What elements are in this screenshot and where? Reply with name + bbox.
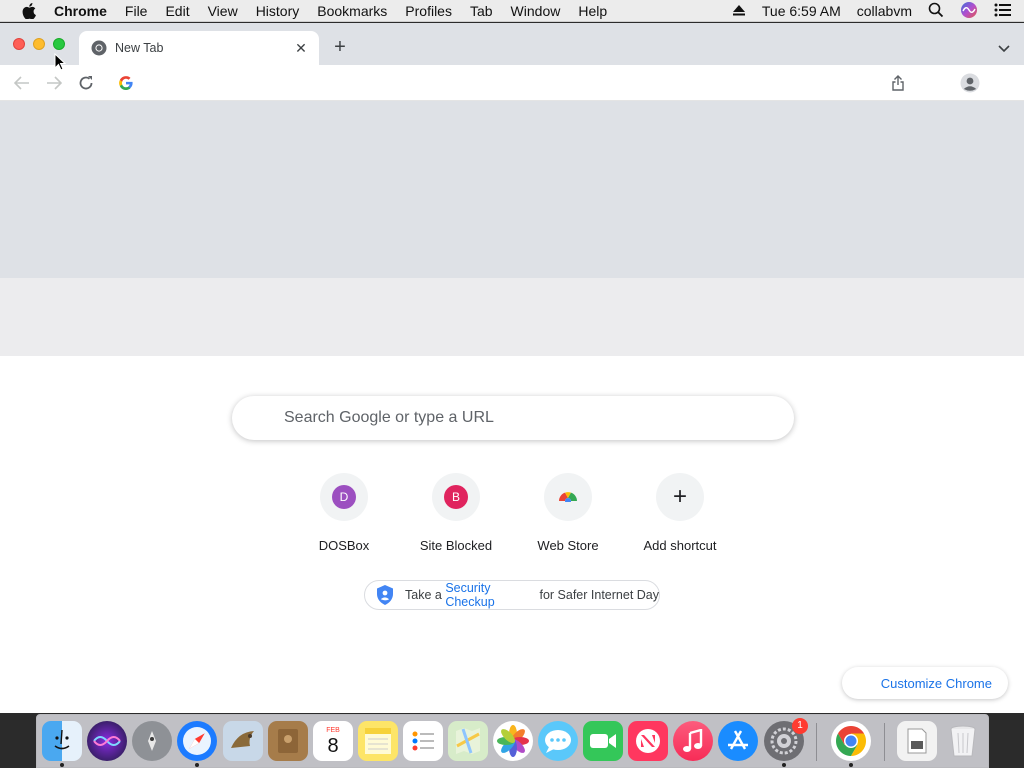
notification-badge: 1 xyxy=(792,718,808,734)
menu-bar: Chrome File Edit View History Bookmarks … xyxy=(0,0,1024,22)
reload-icon[interactable] xyxy=(76,73,96,93)
new-tab-page: Search Google or type a URL D DOSBox B S… xyxy=(0,101,1024,713)
calendar-day: 8 xyxy=(327,734,339,757)
chrome-icon[interactable] xyxy=(831,721,871,761)
background-band-middle xyxy=(0,278,1024,356)
shortcut-label: Site Blocked xyxy=(419,538,493,553)
shortcut-add[interactable]: + Add shortcut xyxy=(624,473,736,563)
security-checkup-link[interactable]: Security Checkup xyxy=(445,581,536,609)
google-g-icon[interactable] xyxy=(116,73,136,93)
system-preferences-icon[interactable]: 1 xyxy=(764,718,808,761)
facetime-icon[interactable] xyxy=(583,721,623,761)
news-icon[interactable] xyxy=(628,721,668,761)
close-tab-icon[interactable]: ✕ xyxy=(293,40,309,56)
add-icon: + xyxy=(672,483,687,510)
new-tab-button[interactable]: + xyxy=(330,37,350,57)
shortcut-label: DOSBox xyxy=(318,538,370,553)
dock-separator xyxy=(884,723,885,761)
forward-arrow-icon[interactable] xyxy=(44,73,64,93)
running-indicator-dot xyxy=(849,763,853,767)
tab-new-tab[interactable]: New Tab ✕ xyxy=(79,31,319,65)
zoom-window-button[interactable] xyxy=(53,38,65,50)
customize-chrome-button[interactable]: Customize Chrome xyxy=(842,667,1008,699)
menubar-clock[interactable]: Tue 6:59 AM xyxy=(762,3,841,19)
back-arrow-icon[interactable] xyxy=(12,73,32,93)
dock-separator xyxy=(816,723,817,761)
profile-avatar-icon[interactable] xyxy=(960,73,980,93)
menu-history[interactable]: History xyxy=(256,3,300,19)
app-store-icon[interactable] xyxy=(718,721,758,761)
maps-icon[interactable] xyxy=(448,721,488,761)
messages-icon[interactable] xyxy=(538,721,578,761)
shortcut-icon-tile: B xyxy=(432,473,480,521)
siri-app-icon[interactable] xyxy=(87,721,127,761)
spotlight-search-icon[interactable] xyxy=(928,2,944,21)
dock: FEB 8 1 xyxy=(36,714,989,768)
menu-app-name[interactable]: Chrome xyxy=(54,3,107,19)
tab-search-chevron-icon[interactable] xyxy=(998,40,1010,53)
shortcut-initial-icon: D xyxy=(332,485,356,509)
tab-strip: New Tab ✕ + xyxy=(0,23,1024,65)
running-indicator-dot xyxy=(60,763,64,767)
eject-icon[interactable] xyxy=(732,3,746,19)
finder-icon[interactable] xyxy=(42,721,82,761)
apple-menu-icon[interactable] xyxy=(19,2,39,19)
menu-edit[interactable]: Edit xyxy=(165,3,189,19)
safari-icon[interactable] xyxy=(177,721,217,761)
promo-text-prefix: Take a xyxy=(405,588,446,602)
minimize-window-button[interactable] xyxy=(33,38,45,50)
running-indicator-dot xyxy=(195,763,199,767)
chrome-window: New Tab ✕ + Search Google or type a URL … xyxy=(0,23,1024,713)
siri-icon[interactable] xyxy=(960,1,978,22)
calendar-month: FEB xyxy=(326,726,340,734)
photos-icon[interactable] xyxy=(493,721,533,761)
menu-view[interactable]: View xyxy=(208,3,238,19)
notes-icon[interactable] xyxy=(358,721,398,761)
browser-toolbar xyxy=(0,65,1024,101)
menu-profiles[interactable]: Profiles xyxy=(405,3,452,19)
shortcut-web-store[interactable]: Web Store xyxy=(512,473,624,563)
web-store-rainbow-icon xyxy=(557,488,579,507)
promo-text-suffix: for Safer Internet Day xyxy=(536,588,659,602)
trash-icon[interactable] xyxy=(943,721,983,761)
search-input[interactable]: Search Google or type a URL xyxy=(232,396,794,440)
running-indicator-dot xyxy=(782,763,786,767)
shortcut-dosbox[interactable]: D DOSBox xyxy=(288,473,400,563)
notification-center-icon[interactable] xyxy=(994,3,1012,20)
reminders-icon[interactable] xyxy=(403,721,443,761)
search-placeholder: Search Google or type a URL xyxy=(284,409,494,426)
shortcut-site-blocked[interactable]: B Site Blocked xyxy=(400,473,512,563)
menu-tab[interactable]: Tab xyxy=(470,3,493,19)
shortcut-label: Web Store xyxy=(537,538,599,553)
menu-file[interactable]: File xyxy=(125,3,148,19)
contacts-icon[interactable] xyxy=(268,721,308,761)
close-window-button[interactable] xyxy=(13,38,25,50)
security-shield-icon xyxy=(375,584,395,606)
menu-window[interactable]: Window xyxy=(511,3,561,19)
launchpad-icon[interactable] xyxy=(132,721,172,761)
chrome-favicon-icon xyxy=(91,40,107,56)
downloads-stack-icon[interactable] xyxy=(897,721,937,761)
background-band-top xyxy=(0,101,1024,278)
menubar-user[interactable]: collabvm xyxy=(857,3,912,19)
music-icon[interactable] xyxy=(673,721,713,761)
shortcut-initial-icon: B xyxy=(444,485,468,509)
share-icon[interactable] xyxy=(888,73,908,93)
mouse-cursor-icon xyxy=(54,52,67,76)
shortcut-icon-tile: D xyxy=(320,473,368,521)
mail-icon[interactable] xyxy=(223,721,263,761)
shortcut-icon-tile: + xyxy=(656,473,704,521)
tab-title: New Tab xyxy=(115,41,164,55)
security-checkup-promo[interactable]: Take a Security Checkup for Safer Intern… xyxy=(364,580,660,610)
shortcut-label: Add shortcut xyxy=(643,538,717,553)
calendar-icon[interactable]: FEB 8 xyxy=(313,721,353,761)
menu-bookmarks[interactable]: Bookmarks xyxy=(317,3,387,19)
menu-help[interactable]: Help xyxy=(578,3,607,19)
shortcut-icon-tile xyxy=(544,473,592,521)
